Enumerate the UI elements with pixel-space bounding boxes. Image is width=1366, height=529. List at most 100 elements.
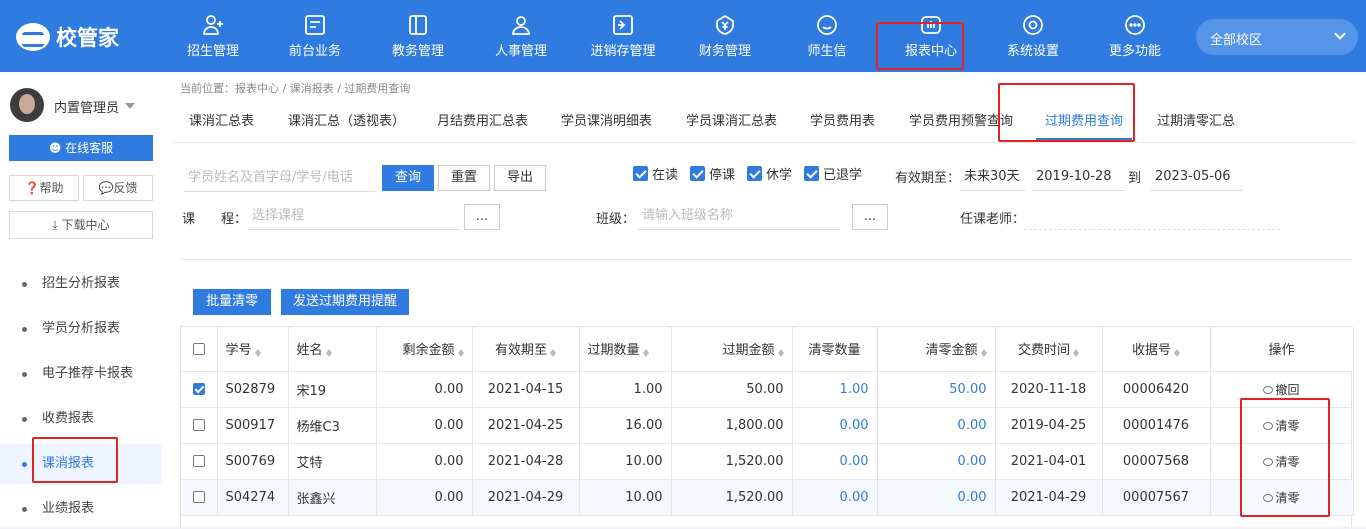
cleared-qty-cell[interactable]: 1.00 — [792, 371, 878, 408]
sort-icon[interactable] — [980, 346, 987, 357]
class-picker-button[interactable]: ... — [852, 204, 888, 230]
class-input[interactable]: 请输入班级名称 — [638, 202, 840, 230]
chat-icon: ☻ — [48, 141, 66, 155]
row-select-cell[interactable] — [181, 407, 218, 444]
section-divider — [180, 259, 1352, 260]
sidebar-item-performance-report[interactable]: 业绩报表 — [0, 489, 162, 529]
sort-icon[interactable] — [254, 346, 261, 357]
cleared-qty-cell[interactable]: 0.00 — [792, 479, 878, 516]
app-logo[interactable]: 校管家 — [16, 22, 119, 52]
nav-more[interactable]: 更多功能 — [1106, 0, 1164, 72]
tab-consumption-summary[interactable]: 课消汇总表 — [189, 102, 254, 142]
col-label: 收据号 — [1131, 343, 1171, 359]
row-checkbox[interactable] — [192, 419, 205, 431]
search-input[interactable]: 学员姓名及首字母/学号/电话 — [184, 164, 376, 192]
send-reminder-button[interactable]: 发送过期费用提醒 — [281, 289, 409, 315]
expired-amt-cell: 1,520.00 — [671, 479, 793, 516]
user-plus-icon — [203, 15, 223, 35]
campus-select[interactable]: 全部校区 — [1196, 19, 1358, 55]
sidebar-item-student-report[interactable]: 学员分析报表 — [0, 309, 162, 349]
row-select-cell[interactable] — [181, 443, 218, 480]
row-select-cell[interactable] — [181, 371, 218, 408]
row-checkbox[interactable] — [192, 491, 205, 503]
sort-icon[interactable] — [550, 346, 556, 357]
col-expired-amt[interactable]: 过期金额 — [671, 327, 793, 372]
export-button[interactable]: 导出 — [494, 165, 546, 191]
nav-label: 系统设置 — [1006, 44, 1059, 59]
sort-icon[interactable] — [777, 346, 784, 357]
row-checkbox[interactable] — [192, 455, 205, 467]
date-from-input[interactable]: 2019-10-28 — [1032, 163, 1124, 191]
col-name[interactable]: 姓名 — [288, 327, 377, 372]
sort-icon[interactable] — [457, 346, 464, 357]
cleared-amt-cell[interactable]: 50.00 — [877, 371, 996, 408]
sidebar-item-enrollment-report[interactable]: 招生分析报表 — [0, 264, 162, 304]
tab-monthly-fee-summary[interactable]: 月结费用汇总表 — [437, 102, 528, 142]
date-to-input[interactable]: 2023-05-06 — [1151, 163, 1243, 191]
nav-hr[interactable]: 人事管理 — [492, 0, 550, 72]
tab-student-fee[interactable]: 学员费用表 — [810, 102, 875, 142]
online-service-button[interactable]: ☻ 在线客服 — [9, 135, 153, 161]
username[interactable]: 内置管理员 — [54, 97, 119, 116]
sort-icon[interactable] — [1073, 346, 1079, 357]
nav-front-desk[interactable]: 前台业务 — [286, 0, 344, 72]
select-all-cell[interactable] — [181, 327, 218, 372]
nav-label: 财务管理 — [698, 44, 751, 59]
nav-inventory[interactable]: 进销存管理 — [588, 0, 658, 72]
avatar[interactable] — [10, 88, 44, 122]
col-remaining[interactable]: 剩余金额 — [376, 327, 473, 372]
nav-settings[interactable]: 系统设置 — [1004, 0, 1062, 72]
teacher-input[interactable] — [1024, 202, 1280, 230]
reset-button[interactable]: 重置 — [438, 165, 490, 191]
col-cleared-amt[interactable]: 清零金额 — [877, 327, 996, 372]
nav-enrollment[interactable]: 招生管理 — [184, 0, 242, 72]
nav-messages[interactable]: 师生信 — [805, 0, 849, 72]
status-enrolled-checkbox[interactable] — [633, 166, 648, 181]
highlight-box — [32, 437, 118, 483]
nav-label: 进销存管理 — [590, 44, 656, 59]
expiry-cell: 2021-04-15 — [472, 371, 580, 408]
revoke-button[interactable]: 撤回 — [1263, 383, 1300, 397]
col-pay-date[interactable]: 交费时间 — [995, 327, 1103, 372]
col-expired-qty[interactable]: 过期数量 — [579, 327, 672, 372]
tab-consumption-pivot[interactable]: 课消汇总（透视表） — [288, 102, 405, 142]
status-suspended-checkbox[interactable] — [690, 166, 705, 181]
cleared-amt-cell[interactable]: 0.00 — [877, 443, 996, 480]
person-icon — [512, 16, 530, 35]
status-leave-checkbox[interactable] — [747, 166, 762, 181]
status-withdrawn-checkbox[interactable] — [804, 166, 819, 181]
select-all-checkbox[interactable] — [192, 342, 205, 355]
nav-label: 招生管理 — [186, 44, 239, 59]
book-icon — [409, 15, 427, 35]
cleared-amt-cell[interactable]: 0.00 — [877, 479, 996, 516]
tab-student-consumption-detail[interactable]: 学员课消明细表 — [561, 102, 652, 142]
nav-academic[interactable]: 教务管理 — [389, 0, 447, 72]
feedback-button[interactable]: 💬反馈 — [83, 175, 153, 201]
course-select[interactable]: 选择课程 — [248, 202, 460, 230]
sort-icon[interactable] — [1174, 346, 1180, 357]
query-button[interactable]: 查询 — [382, 165, 434, 191]
nav-finance[interactable]: 财务管理 — [696, 0, 754, 72]
batch-clear-button[interactable]: 批量清零 — [193, 289, 271, 315]
sort-icon[interactable] — [642, 346, 649, 357]
tab-student-consumption-summary[interactable]: 学员课消汇总表 — [686, 102, 777, 142]
sort-icon[interactable] — [325, 346, 332, 357]
col-receipt[interactable]: 收据号 — [1102, 327, 1211, 372]
download-center-button[interactable]: ⤓ 下载中心 — [9, 211, 153, 239]
sidebar-item-referral-report[interactable]: 电子推荐卡报表 — [0, 354, 162, 394]
cleared-qty-cell[interactable]: 0.00 — [792, 407, 878, 444]
cleared-amt-cell[interactable]: 0.00 — [877, 407, 996, 444]
row-checkbox[interactable] — [192, 383, 205, 395]
caret-down-icon[interactable] — [125, 103, 135, 114]
sidebar-item-charge-report[interactable]: 收费报表 — [0, 399, 162, 439]
col-expiry[interactable]: 有效期至 — [472, 327, 580, 372]
help-button[interactable]: ❓帮助 — [9, 175, 79, 201]
course-picker-button[interactable]: ... — [464, 204, 500, 230]
tab-expired-clear-summary[interactable]: 过期清零汇总 — [1157, 102, 1235, 142]
expiry-range-select[interactable]: 未来30天 — [960, 163, 1026, 191]
nav-label: 人事管理 — [494, 44, 547, 59]
student-id-cell: S04274 — [217, 479, 289, 516]
cleared-qty-cell[interactable]: 0.00 — [792, 443, 878, 480]
col-student-id[interactable]: 学号 — [217, 327, 289, 372]
row-select-cell[interactable] — [181, 479, 218, 516]
